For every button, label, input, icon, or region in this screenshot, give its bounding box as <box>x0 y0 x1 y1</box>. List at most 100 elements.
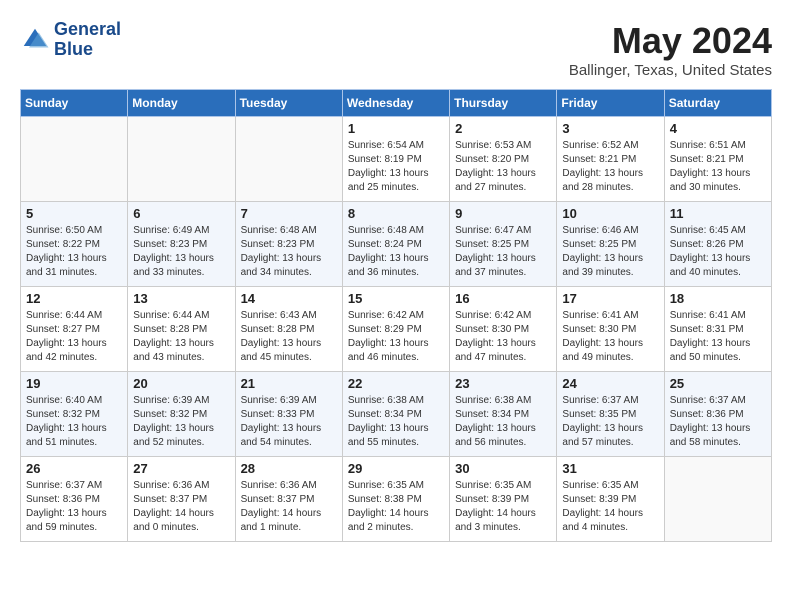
calendar-cell: 31 Sunrise: 6:35 AMSunset: 8:39 PMDayligh… <box>557 457 664 542</box>
day-detail: Sunrise: 6:48 AMSunset: 8:24 PMDaylight:… <box>348 224 444 280</box>
calendar-cell: 5Sunrise: 6:50 AMSunset: 8:22 PMDaylight… <box>21 202 128 287</box>
day-detail: Sunrise: 6:52 AMSunset: 8:21 PMDaylight:… <box>562 139 658 195</box>
day-number: 14 <box>241 291 337 306</box>
day-number: 25 <box>670 376 766 391</box>
day-number: 6 <box>133 206 229 221</box>
day-detail: Sunrise: 6:35 AMSunset: 8:39 PMDaylight:… <box>562 479 658 535</box>
day-number: 16 <box>455 291 551 306</box>
day-detail: Sunrise: 6:42 AMSunset: 8:30 PMDaylight:… <box>455 309 551 365</box>
day-number: 9 <box>455 206 551 221</box>
day-number: 17 <box>562 291 658 306</box>
day-number: 30 <box>455 461 551 476</box>
calendar-cell: 10 Sunrise: 6:46 AMSunset: 8:25 PMDayligh… <box>557 202 664 287</box>
weekday-header-monday: Monday <box>128 90 235 117</box>
calendar-cell: 26 Sunrise: 6:37 AMSunset: 8:36 PMDayligh… <box>21 457 128 542</box>
day-number: 10 <box>562 206 658 221</box>
day-detail: Sunrise: 6:46 AMSunset: 8:25 PMDaylight:… <box>562 224 658 280</box>
weekday-header-thursday: Thursday <box>450 90 557 117</box>
page-header: General Blue May 2024 Ballinger, Texas, … <box>20 20 772 79</box>
calendar-cell: 22 Sunrise: 6:38 AMSunset: 8:34 PMDayligh… <box>342 372 449 457</box>
calendar-cell: 25Sunrise: 6:37 AMSunset: 8:36 PMDayligh… <box>664 372 771 457</box>
day-detail: Sunrise: 6:43 AMSunset: 8:28 PMDaylight:… <box>241 309 337 365</box>
day-number: 13 <box>133 291 229 306</box>
calendar-cell: 4 Sunrise: 6:51 AMSunset: 8:21 PMDaylight… <box>664 117 771 202</box>
calendar-cell: 16 Sunrise: 6:42 AMSunset: 8:30 PMDayligh… <box>450 287 557 372</box>
day-number: 29 <box>348 461 444 476</box>
day-number: 18 <box>670 291 766 306</box>
day-number: 5 <box>26 206 122 221</box>
day-detail: Sunrise: 6:49 AMSunset: 8:23 PMDaylight:… <box>133 224 229 280</box>
day-number: 7 <box>241 206 337 221</box>
calendar-table: SundayMondayTuesdayWednesdayThursdayFrid… <box>20 89 772 542</box>
day-detail: Sunrise: 6:44 AMSunset: 8:27 PMDaylight:… <box>26 309 122 365</box>
calendar-cell: 12 Sunrise: 6:44 AMSunset: 8:27 PMDayligh… <box>21 287 128 372</box>
calendar-cell: 17 Sunrise: 6:41 AMSunset: 8:30 PMDayligh… <box>557 287 664 372</box>
day-number: 1 <box>348 121 444 136</box>
calendar-cell <box>128 117 235 202</box>
day-detail: Sunrise: 6:40 AMSunset: 8:32 PMDaylight:… <box>26 394 122 450</box>
day-detail: Sunrise: 6:36 AMSunset: 8:37 PMDaylight:… <box>241 479 337 535</box>
day-number: 22 <box>348 376 444 391</box>
calendar-cell: 13 Sunrise: 6:44 AMSunset: 8:28 PMDayligh… <box>128 287 235 372</box>
calendar-cell: 19 Sunrise: 6:40 AMSunset: 8:32 PMDayligh… <box>21 372 128 457</box>
calendar-cell: 20Sunrise: 6:39 AMSunset: 8:32 PMDayligh… <box>128 372 235 457</box>
day-number: 4 <box>670 121 766 136</box>
day-detail: Sunrise: 6:47 AMSunset: 8:25 PMDaylight:… <box>455 224 551 280</box>
day-number: 24 <box>562 376 658 391</box>
day-number: 28 <box>241 461 337 476</box>
day-number: 21 <box>241 376 337 391</box>
day-detail: Sunrise: 6:37 AMSunset: 8:36 PMDaylight:… <box>26 479 122 535</box>
calendar-cell <box>21 117 128 202</box>
day-detail: Sunrise: 6:41 AMSunset: 8:30 PMDaylight:… <box>562 309 658 365</box>
day-number: 12 <box>26 291 122 306</box>
calendar-cell <box>664 457 771 542</box>
day-number: 19 <box>26 376 122 391</box>
day-number: 3 <box>562 121 658 136</box>
calendar-cell <box>235 117 342 202</box>
logo-icon <box>20 25 50 55</box>
calendar-cell: 1 Sunrise: 6:54 AMSunset: 8:19 PMDaylight… <box>342 117 449 202</box>
day-detail: Sunrise: 6:48 AMSunset: 8:23 PMDaylight:… <box>241 224 337 280</box>
day-number: 20 <box>133 376 229 391</box>
calendar-cell: 30Sunrise: 6:35 AMSunset: 8:39 PMDayligh… <box>450 457 557 542</box>
day-detail: Sunrise: 6:39 AMSunset: 8:33 PMDaylight:… <box>241 394 337 450</box>
calendar-cell: 3 Sunrise: 6:52 AMSunset: 8:21 PMDaylight… <box>557 117 664 202</box>
calendar-cell: 14 Sunrise: 6:43 AMSunset: 8:28 PMDayligh… <box>235 287 342 372</box>
day-detail: Sunrise: 6:41 AMSunset: 8:31 PMDaylight:… <box>670 309 766 365</box>
day-detail: Sunrise: 6:38 AMSunset: 8:34 PMDaylight:… <box>455 394 551 450</box>
day-detail: Sunrise: 6:36 AMSunset: 8:37 PMDaylight:… <box>133 479 229 535</box>
day-detail: Sunrise: 6:44 AMSunset: 8:28 PMDaylight:… <box>133 309 229 365</box>
weekday-header-saturday: Saturday <box>664 90 771 117</box>
calendar-cell: 18 Sunrise: 6:41 AMSunset: 8:31 PMDayligh… <box>664 287 771 372</box>
logo: General Blue <box>20 20 121 60</box>
day-number: 11 <box>670 206 766 221</box>
calendar-cell: 23 Sunrise: 6:38 AMSunset: 8:34 PMDayligh… <box>450 372 557 457</box>
day-number: 23 <box>455 376 551 391</box>
day-number: 27 <box>133 461 229 476</box>
day-number: 8 <box>348 206 444 221</box>
day-detail: Sunrise: 6:37 AMSunset: 8:35 PMDaylight:… <box>562 394 658 450</box>
weekday-header-sunday: Sunday <box>21 90 128 117</box>
day-detail: Sunrise: 6:35 AMSunset: 8:38 PMDaylight:… <box>348 479 444 535</box>
day-detail: Sunrise: 6:42 AMSunset: 8:29 PMDaylight:… <box>348 309 444 365</box>
logo-text: General Blue <box>54 20 121 60</box>
calendar-cell: 24 Sunrise: 6:37 AMSunset: 8:35 PMDayligh… <box>557 372 664 457</box>
title-block: May 2024 Ballinger, Texas, United States <box>569 20 772 79</box>
day-number: 26 <box>26 461 122 476</box>
day-detail: Sunrise: 6:38 AMSunset: 8:34 PMDaylight:… <box>348 394 444 450</box>
calendar-cell: 9 Sunrise: 6:47 AMSunset: 8:25 PMDaylight… <box>450 202 557 287</box>
day-detail: Sunrise: 6:51 AMSunset: 8:21 PMDaylight:… <box>670 139 766 195</box>
day-number: 15 <box>348 291 444 306</box>
day-detail: Sunrise: 6:45 AMSunset: 8:26 PMDaylight:… <box>670 224 766 280</box>
calendar-cell: 2Sunrise: 6:53 AMSunset: 8:20 PMDaylight… <box>450 117 557 202</box>
day-detail: Sunrise: 6:54 AMSunset: 8:19 PMDaylight:… <box>348 139 444 195</box>
month-year: May 2024 <box>569 20 772 62</box>
location: Ballinger, Texas, United States <box>569 62 772 79</box>
calendar-cell: 6 Sunrise: 6:49 AMSunset: 8:23 PMDaylight… <box>128 202 235 287</box>
calendar-cell: 7 Sunrise: 6:48 AMSunset: 8:23 PMDaylight… <box>235 202 342 287</box>
calendar-cell: 8 Sunrise: 6:48 AMSunset: 8:24 PMDaylight… <box>342 202 449 287</box>
calendar-cell: 28 Sunrise: 6:36 AMSunset: 8:37 PMDayligh… <box>235 457 342 542</box>
day-number: 31 <box>562 461 658 476</box>
calendar-cell: 27 Sunrise: 6:36 AMSunset: 8:37 PMDayligh… <box>128 457 235 542</box>
calendar-cell: 15 Sunrise: 6:42 AMSunset: 8:29 PMDayligh… <box>342 287 449 372</box>
